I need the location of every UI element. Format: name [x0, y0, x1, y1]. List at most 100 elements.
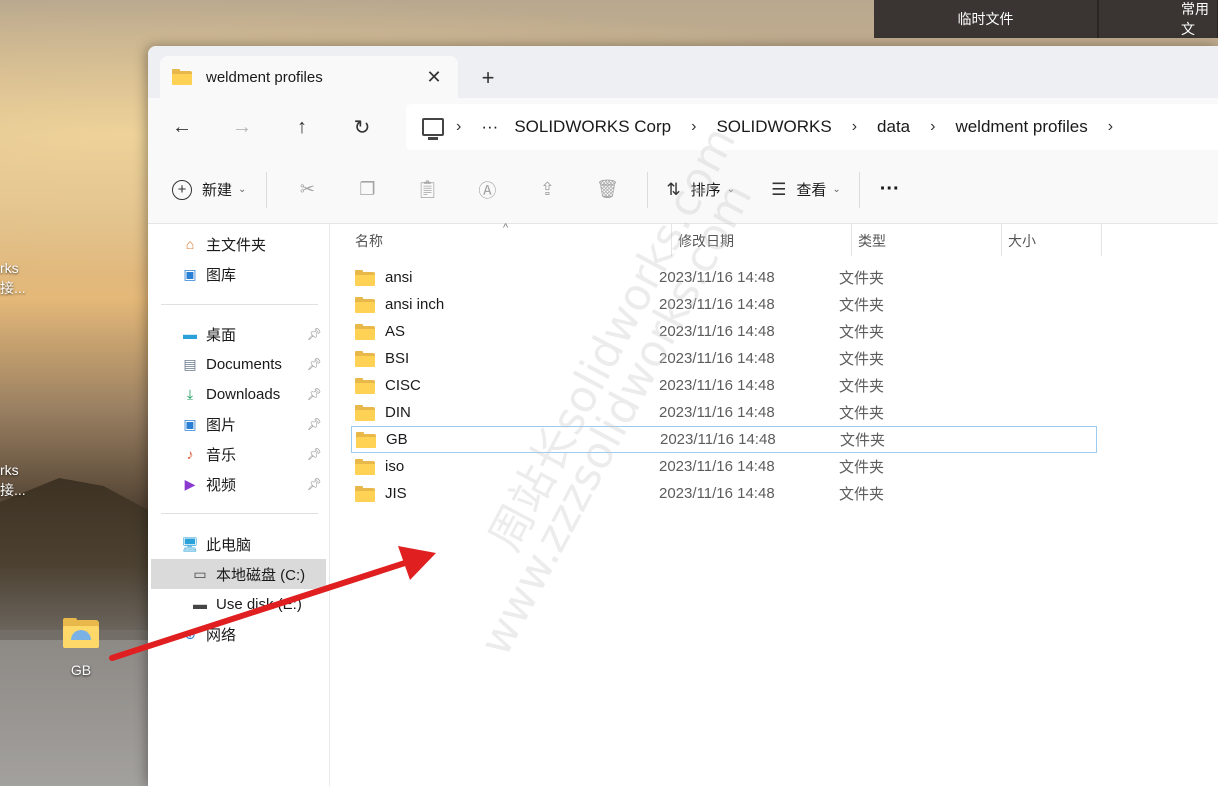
plus-circle-icon: + [172, 179, 192, 200]
sidebar-item-desktop[interactable]: ▬ 桌面 📌︎ [148, 319, 328, 349]
file-row-as[interactable]: AS 2023/11/16 14:48 文件夹 [351, 318, 1097, 345]
network-icon: ⊕ [184, 625, 196, 642]
file-explorer-window: weldment profiles ✕ + ← → ↑ ↻ › ··· SOLI… [148, 46, 1218, 786]
folder-icon [355, 377, 375, 394]
sidebar-item-usb-disk-e[interactable]: ▬ Use disk (E:) [148, 589, 328, 619]
sidebar-divider [161, 513, 318, 514]
file-row-jis[interactable]: JIS 2023/11/16 14:48 文件夹 [351, 480, 1097, 507]
desktop-item-label[interactable]: rks 接... [0, 460, 26, 500]
file-row-cisc[interactable]: CISC 2023/11/16 14:48 文件夹 [351, 372, 1097, 399]
pin-icon[interactable]: 📌︎ [307, 357, 322, 371]
sort-icon: ⇅ [666, 179, 681, 199]
document-icon: ▤ [183, 355, 197, 372]
rename-button[interactable]: Ⓐ [457, 170, 517, 210]
clipboard-icon: 📋︎ [415, 179, 439, 199]
pin-icon[interactable]: 📌︎ [307, 387, 322, 401]
sidebar-item-local-disk-c[interactable]: ▭ 本地磁盘 (C:) [151, 559, 326, 589]
sidebar-item-home[interactable]: ⌂ 主文件夹 [148, 229, 328, 259]
sidebar-item-this-pc[interactable]: 🖥︎ 此电脑 [148, 529, 328, 559]
forward-button[interactable]: → [212, 107, 272, 147]
computer-icon: 🖥︎ [181, 535, 199, 552]
sort-button[interactable]: ⇅ 排序 ⌄ [666, 170, 735, 210]
file-row-bsi[interactable]: BSI 2023/11/16 14:48 文件夹 [351, 345, 1097, 372]
background-window-tabs: 临时文件 常用文 [874, 0, 1218, 38]
refresh-button[interactable]: ↻ [332, 107, 392, 147]
toolbar-divider [647, 171, 649, 208]
paste-button[interactable]: 📋︎ [397, 170, 457, 210]
folder-icon [355, 296, 375, 313]
home-icon: ⌂ [185, 236, 195, 252]
share-button[interactable]: ⇪ [517, 170, 577, 210]
usb-drive-icon: ▬ [193, 596, 207, 612]
share-icon: ⇪ [539, 179, 555, 199]
file-row-ansi[interactable]: ansi 2023/11/16 14:48 文件夹 [351, 264, 1097, 291]
computer-icon [422, 118, 444, 140]
more-options-button[interactable]: ··· [880, 170, 900, 210]
column-header-name[interactable]: 名称 [331, 224, 671, 258]
music-icon: ♪ [186, 446, 194, 462]
chevron-right-icon[interactable]: › [840, 118, 869, 136]
video-icon: ▶ [184, 475, 196, 492]
pin-icon[interactable]: 📌︎ [307, 477, 322, 491]
chevron-right-icon[interactable]: › [918, 118, 947, 136]
view-button[interactable]: ☰ 查看 ⌄ [771, 170, 841, 210]
back-button[interactable]: ← [152, 107, 212, 147]
file-row-gb[interactable]: GB 2023/11/16 14:48 文件夹 [351, 426, 1097, 453]
sidebar-item-pictures[interactable]: ▣ 图片 📌︎ [148, 409, 328, 439]
file-row-iso[interactable]: iso 2023/11/16 14:48 文件夹 [351, 453, 1097, 480]
desktop-folder-gb[interactable]: GB [56, 618, 106, 678]
toolbar-divider [858, 171, 860, 208]
pictures-icon: ▣ [183, 415, 197, 432]
rename-icon: Ⓐ [478, 180, 497, 201]
new-button[interactable]: + 新建 ⌄ [172, 170, 246, 210]
chevron-right-icon[interactable]: › [444, 118, 473, 136]
desktop-item-label[interactable]: rks 接... [0, 258, 26, 298]
chevron-down-icon: ⌄ [832, 184, 841, 195]
explorer-body: ⌂ 主文件夹 ▣ 图库 ▬ 桌面 📌︎ ▤ Documents 📌︎ ⤓ Dow… [148, 222, 1218, 786]
background-tab-common[interactable]: 常用文 [1099, 0, 1218, 38]
column-header-date[interactable]: 修改日期 [654, 224, 834, 258]
delete-button[interactable]: 🗑︎ [577, 170, 637, 210]
pin-icon[interactable]: 📌︎ [307, 447, 322, 461]
column-header-type[interactable]: 类型 [834, 224, 984, 258]
arrow-up-icon: ↑ [297, 115, 307, 138]
new-tab-button[interactable]: + [474, 64, 502, 92]
background-tab-temp[interactable]: 临时文件 [874, 0, 1099, 38]
pin-icon[interactable]: 📌︎ [307, 327, 322, 341]
refresh-icon: ↻ [353, 116, 371, 139]
folder-icon [355, 458, 375, 475]
sidebar-item-gallery[interactable]: ▣ 图库 [148, 259, 328, 289]
list-view-icon: ☰ [771, 179, 787, 199]
chevron-right-icon[interactable]: › [1096, 118, 1125, 136]
chevron-down-icon: ⌄ [238, 184, 247, 195]
file-list: ^ 名称 修改日期 类型 大小 ansi 2023/11/16 14:48 文件… [331, 222, 1218, 786]
folder-icon [355, 485, 375, 502]
folder-icon [172, 69, 192, 85]
toolbar-divider [266, 171, 268, 208]
column-divider[interactable] [1101, 224, 1102, 256]
copy-button[interactable]: ❐ [337, 170, 397, 210]
pin-icon[interactable]: 📌︎ [307, 417, 322, 431]
tab-weldment-profiles[interactable]: weldment profiles ✕ [160, 56, 458, 98]
breadcrumb-data[interactable]: data [869, 117, 918, 137]
sidebar-item-network[interactable]: ⊕ 网络 [148, 619, 328, 649]
close-icon[interactable]: ✕ [422, 65, 446, 89]
sidebar-divider [161, 304, 318, 305]
breadcrumb-overflow[interactable]: ··· [473, 117, 506, 137]
column-header-size[interactable]: 大小 [984, 224, 1084, 258]
folder-icon [356, 431, 376, 448]
chevron-right-icon[interactable]: › [679, 118, 708, 136]
breadcrumb-weldment-profiles[interactable]: weldment profiles [947, 117, 1095, 137]
cut-button[interactable]: ✂ [277, 170, 337, 210]
breadcrumb-solidworks-corp[interactable]: SOLIDWORKS Corp [506, 117, 679, 137]
breadcrumb-solidworks[interactable]: SOLIDWORKS [708, 117, 839, 137]
sidebar-item-downloads[interactable]: ⤓ Downloads 📌︎ [148, 379, 328, 409]
up-button[interactable]: ↑ [272, 107, 332, 147]
breadcrumb[interactable]: › ··· SOLIDWORKS Corp › SOLIDWORKS › dat… [406, 104, 1218, 150]
sidebar-item-documents[interactable]: ▤ Documents 📌︎ [148, 349, 328, 379]
file-row-ansi-inch[interactable]: ansi inch 2023/11/16 14:48 文件夹 [351, 291, 1097, 318]
file-row-din[interactable]: DIN 2023/11/16 14:48 文件夹 [351, 399, 1097, 426]
arrow-left-icon: ← [172, 115, 192, 138]
sidebar-item-music[interactable]: ♪ 音乐 📌︎ [148, 439, 328, 469]
sidebar-item-videos[interactable]: ▶ 视频 📌︎ [148, 469, 328, 499]
